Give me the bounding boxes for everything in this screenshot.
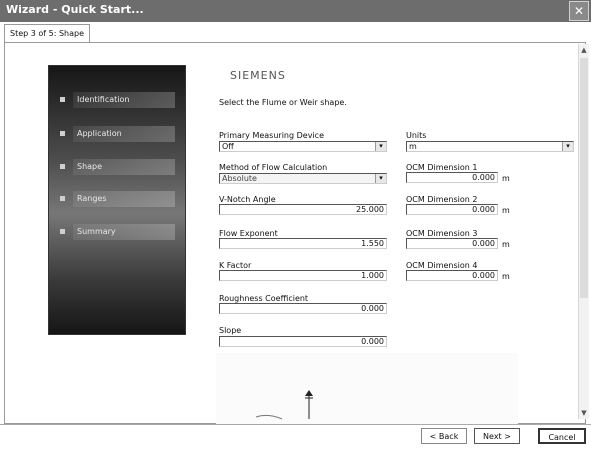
nav-bullet bbox=[60, 97, 65, 102]
ocm1-unit: m bbox=[502, 174, 510, 183]
nav-bullet bbox=[60, 229, 65, 234]
chevron-down-icon[interactable]: ▾ bbox=[375, 142, 386, 151]
units-value: m bbox=[409, 142, 417, 151]
scrollbar-thumb[interactable] bbox=[580, 58, 588, 298]
flow-exponent-value: 1.550 bbox=[361, 239, 384, 248]
primary-device-value: Off bbox=[222, 142, 234, 151]
k-factor-label: K Factor bbox=[219, 261, 252, 270]
title-bar: Wizard - Quick Start... ✕ bbox=[0, 0, 591, 22]
ocm3-label: OCM Dimension 3 bbox=[406, 229, 478, 238]
k-factor-input[interactable]: 1.000 bbox=[219, 270, 387, 281]
back-button[interactable]: < Back bbox=[421, 428, 467, 444]
nav-item-shape[interactable]: Shape bbox=[73, 159, 175, 175]
units-select[interactable]: m ▾ bbox=[406, 141, 574, 152]
k-factor-value: 1.000 bbox=[361, 271, 384, 280]
nav-bullet bbox=[60, 131, 65, 136]
ocm4-unit: m bbox=[502, 272, 510, 281]
vnotch-input[interactable]: 25.000 bbox=[219, 204, 387, 215]
ocm3-value: 0.000 bbox=[472, 239, 495, 248]
method-select[interactable]: Absolute ▾ bbox=[219, 173, 387, 184]
roughness-label: Roughness Coefficient bbox=[219, 294, 309, 303]
nav-item-summary[interactable]: Summary bbox=[73, 224, 175, 240]
method-value: Absolute bbox=[222, 174, 257, 183]
scroll-down-icon[interactable]: ▼ bbox=[579, 407, 589, 419]
ocm2-input[interactable]: 0.000 bbox=[406, 204, 498, 215]
slope-label: Slope bbox=[219, 326, 242, 335]
window-title: Wizard - Quick Start... bbox=[6, 3, 144, 16]
vnotch-value: 25.000 bbox=[356, 205, 384, 214]
slope-input[interactable]: 0.000 bbox=[219, 336, 387, 347]
next-button[interactable]: Next > bbox=[474, 428, 520, 444]
chevron-down-icon[interactable]: ▾ bbox=[375, 174, 386, 183]
ocm2-label: OCM Dimension 2 bbox=[406, 195, 478, 204]
ocm1-value: 0.000 bbox=[472, 173, 495, 182]
ocm2-unit: m bbox=[502, 206, 510, 215]
ocm4-input[interactable]: 0.000 bbox=[406, 270, 498, 281]
nav-item-identification[interactable]: Identification bbox=[73, 92, 175, 108]
ocm3-unit: m bbox=[502, 240, 510, 249]
method-label: Method of Flow Calculation bbox=[219, 163, 328, 172]
slope-value: 0.000 bbox=[361, 337, 384, 346]
nav-bullet bbox=[60, 196, 65, 201]
scroll-up-icon[interactable]: ▲ bbox=[579, 44, 589, 56]
ocm3-input[interactable]: 0.000 bbox=[406, 238, 498, 249]
step-navigation: Identification Application Shape Ranges … bbox=[48, 65, 186, 335]
tab-step-shape[interactable]: Step 3 of 5: Shape bbox=[4, 24, 91, 43]
nav-bullet bbox=[60, 164, 65, 169]
ocm1-input[interactable]: 0.000 bbox=[406, 172, 498, 183]
ocm4-label: OCM Dimension 4 bbox=[406, 261, 478, 270]
units-label: Units bbox=[406, 131, 427, 140]
nav-item-application[interactable]: Application bbox=[73, 126, 175, 142]
vnotch-label: V-Notch Angle bbox=[219, 195, 276, 204]
primary-device-label: Primary Measuring Device bbox=[219, 131, 324, 140]
siemens-logo: SIEMENS bbox=[230, 69, 286, 82]
roughness-input[interactable]: 0.000 bbox=[219, 303, 387, 314]
primary-device-select[interactable]: Off ▾ bbox=[219, 141, 387, 152]
flow-exponent-input[interactable]: 1.550 bbox=[219, 238, 387, 249]
shape-preview bbox=[216, 353, 518, 425]
close-icon[interactable]: ✕ bbox=[569, 1, 589, 21]
instruction-text: Select the Flume or Weir shape. bbox=[219, 98, 347, 107]
ocm4-value: 0.000 bbox=[472, 271, 495, 280]
ocm2-value: 0.000 bbox=[472, 205, 495, 214]
shape-diagram bbox=[255, 390, 313, 420]
cancel-button[interactable]: Cancel bbox=[538, 428, 586, 444]
ocm1-label: OCM Dimension 1 bbox=[406, 163, 478, 172]
vertical-scrollbar[interactable]: ▲ ▼ bbox=[578, 44, 589, 419]
roughness-value: 0.000 bbox=[361, 304, 384, 313]
nav-item-ranges[interactable]: Ranges bbox=[73, 191, 175, 207]
flow-exponent-label: Flow Exponent bbox=[219, 229, 278, 238]
chevron-down-icon[interactable]: ▾ bbox=[562, 142, 573, 151]
